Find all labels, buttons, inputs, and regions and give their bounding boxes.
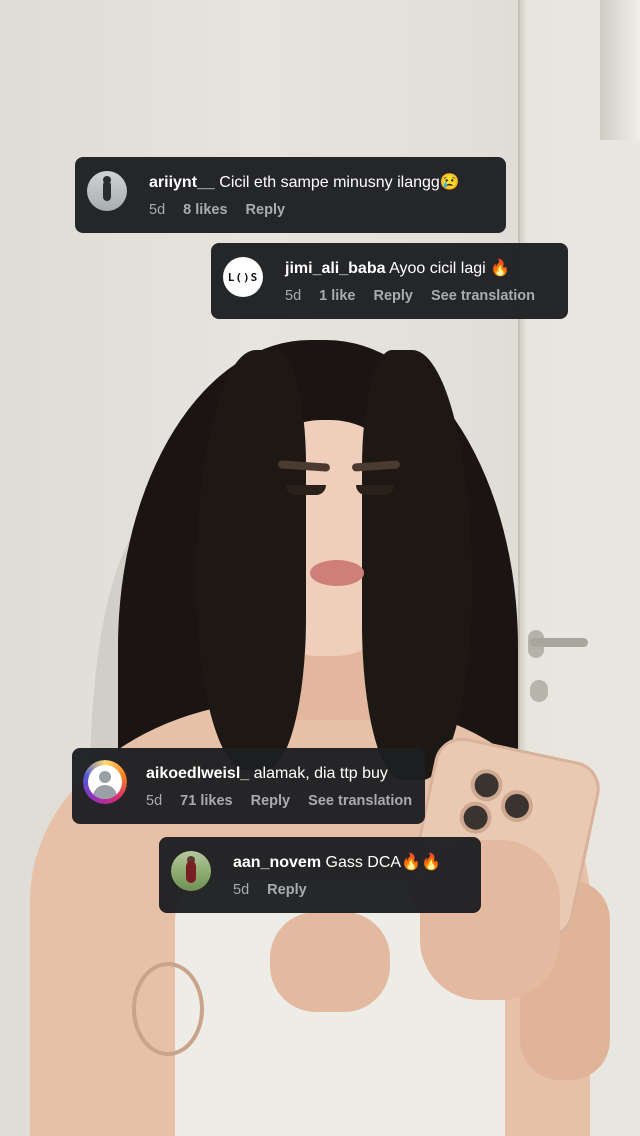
comment-likes[interactable]: 71 likes bbox=[180, 793, 232, 809]
eye-left bbox=[286, 485, 326, 495]
door-lock bbox=[530, 680, 548, 702]
see-translation-button[interactable]: See translation bbox=[308, 793, 412, 809]
hair-right bbox=[362, 350, 472, 780]
user-avatar[interactable]: L()S bbox=[223, 257, 263, 297]
camera-lens bbox=[461, 803, 490, 832]
reply-button[interactable]: Reply bbox=[246, 202, 286, 218]
door-frame bbox=[600, 0, 640, 140]
reply-button[interactable]: Reply bbox=[267, 882, 307, 898]
default-person-avatar-icon bbox=[83, 760, 127, 804]
lips bbox=[310, 560, 364, 586]
comment-time: 5d bbox=[233, 882, 250, 898]
comment-username[interactable]: jimi_ali_baba bbox=[285, 260, 386, 277]
comment-bubble[interactable]: ariiynt__ Cicil eth sampe minusny ilangg… bbox=[75, 157, 506, 233]
bracelet bbox=[132, 962, 204, 1056]
comment-likes[interactable]: 8 likes bbox=[183, 202, 227, 218]
comment-text: Ayoo cicil lagi 🔥 bbox=[389, 260, 511, 277]
hand-left bbox=[270, 912, 390, 1012]
comment-username[interactable]: aikoedlweisl_ bbox=[146, 765, 249, 782]
comment-text: Cicil eth sampe minusny ilangg😢 bbox=[219, 174, 460, 191]
comment-username[interactable]: aan_novem bbox=[233, 854, 321, 871]
reply-button[interactable]: Reply bbox=[373, 288, 413, 304]
see-translation-button[interactable]: See translation bbox=[431, 288, 535, 304]
user-avatar[interactable] bbox=[87, 171, 127, 211]
comment-text: alamak, dia ttp buy bbox=[253, 765, 388, 782]
user-avatar[interactable] bbox=[83, 760, 127, 804]
photo-avatar-icon bbox=[171, 851, 211, 891]
reply-button[interactable]: Reply bbox=[251, 793, 291, 809]
eye-right bbox=[356, 485, 394, 495]
logo-avatar-icon: L()S bbox=[223, 257, 263, 297]
user-avatar[interactable] bbox=[171, 851, 211, 891]
comment-text: Gass DCA🔥🔥 bbox=[325, 854, 441, 871]
photo-avatar-icon bbox=[87, 171, 127, 211]
comment-username[interactable]: ariiynt__ bbox=[149, 174, 215, 191]
comment-bubble[interactable]: aikoedlweisl_ alamak, dia ttp buy 5d 71 … bbox=[72, 748, 425, 824]
comment-time: 5d bbox=[149, 202, 166, 218]
comment-likes[interactable]: 1 like bbox=[319, 288, 355, 304]
door-handle bbox=[530, 638, 588, 647]
comment-time: 5d bbox=[146, 793, 163, 809]
comment-bubble[interactable]: L()S jimi_ali_baba Ayoo cicil lagi 🔥 5d … bbox=[211, 243, 568, 319]
camera-lens bbox=[502, 791, 532, 821]
comment-bubble[interactable]: aan_novem Gass DCA🔥🔥 5d Reply bbox=[159, 837, 481, 913]
camera-lens bbox=[472, 770, 501, 800]
comment-time: 5d bbox=[285, 288, 302, 304]
